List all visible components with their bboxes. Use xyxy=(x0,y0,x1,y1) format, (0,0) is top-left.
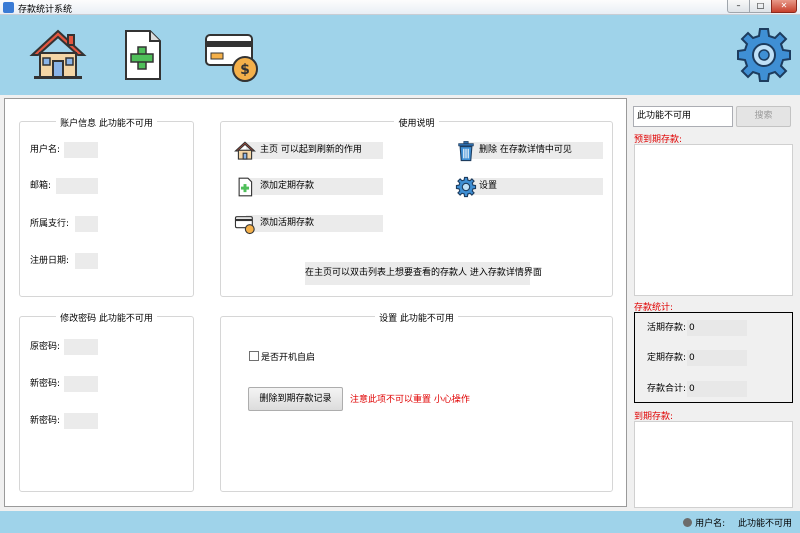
current-deposit-label: 活期存款: xyxy=(647,323,687,333)
register-date-label: 注册日期: xyxy=(30,256,70,266)
status-user-label: 用户名: xyxy=(695,519,726,529)
total-deposit-label: 存款合计: xyxy=(647,384,687,394)
usage-note: 在主页可以双击列表上想要查看的存款人 进入存款详情界面 xyxy=(305,262,542,285)
usage-delete: 删除 在存款详情中可见 xyxy=(458,141,603,162)
branch-label: 所属支行: xyxy=(30,219,70,229)
change-password-group: 修改密码 此功能不可用 原密码: 新密码: 新密码: xyxy=(19,314,194,492)
settings-button[interactable] xyxy=(734,25,794,85)
expiring-list[interactable] xyxy=(634,144,793,296)
stats-box: 活期存款: 0 定期存款: 0 存款合计: 0 xyxy=(634,312,793,403)
home-button[interactable] xyxy=(28,25,88,85)
settings-title: 设置 此功能不可用 xyxy=(375,314,458,324)
fixed-deposit-stat: 定期存款: 0 xyxy=(647,350,747,366)
main-panel: 账户信息 此功能不可用 用户名: 邮箱: 所属支行: 注册日期: 使用说明 主页 xyxy=(4,98,627,507)
usage-add-fixed: 添加定期存款 xyxy=(238,177,383,197)
search-button[interactable]: 搜索 xyxy=(736,106,791,127)
register-date-row: 注册日期: xyxy=(30,253,98,269)
card-dollar-icon xyxy=(234,216,255,235)
username-value xyxy=(64,142,98,158)
usage-delete-text: 删除 在存款详情中可见 xyxy=(479,145,572,155)
warning-text: 注意此项不可以重置 小心操作 xyxy=(350,395,470,405)
usage-title: 使用说明 xyxy=(394,119,439,129)
change-password-title: 修改密码 此功能不可用 xyxy=(56,314,157,324)
usage-add-fixed-text: 添加定期存款 xyxy=(260,181,315,191)
email-value xyxy=(56,178,98,194)
old-password-label: 原密码: xyxy=(30,342,61,352)
search-input[interactable]: 此功能不可用 xyxy=(633,106,733,127)
username-row: 用户名: xyxy=(30,142,98,158)
close-button[interactable]: ✕ xyxy=(771,0,797,13)
confirm-password-row: 新密码: xyxy=(30,413,98,429)
confirm-password-field[interactable] xyxy=(64,413,98,429)
old-password-row: 原密码: xyxy=(30,339,98,355)
total-deposit-value: 0 xyxy=(687,381,747,397)
current-deposit-stat: 活期存款: 0 xyxy=(647,320,747,336)
status-user: 用户名: 此功能不可用 xyxy=(683,516,792,529)
delete-expired-button[interactable]: 删除到期存款记录 xyxy=(248,387,343,411)
autostart-checkbox[interactable] xyxy=(249,351,259,361)
usage-home: 主页 可以起到刷新的作用 xyxy=(234,141,383,160)
total-deposit-stat: 存款合计: 0 xyxy=(647,381,747,397)
app-icon xyxy=(3,2,14,13)
document-plus-icon xyxy=(125,30,161,80)
branch-row: 所属支行: xyxy=(30,216,98,232)
usage-settings-text: 设置 xyxy=(479,181,498,191)
usage-group: 使用说明 主页 可以起到刷新的作用 删除 在存款详情中可见 添加定期存款 设置 … xyxy=(220,119,613,297)
new-password-row: 新密码: xyxy=(30,376,98,392)
autostart-row[interactable]: 是否开机自启 xyxy=(249,350,315,363)
usage-settings: 设置 xyxy=(455,176,603,198)
email-row: 邮箱: xyxy=(30,178,98,194)
usage-home-text: 主页 可以起到刷新的作用 xyxy=(260,145,362,155)
gear-icon xyxy=(455,176,477,198)
register-date-value xyxy=(75,253,98,269)
window-title: 存款统计系统 xyxy=(18,5,73,15)
usage-add-current-text: 添加活期存款 xyxy=(260,218,315,228)
current-deposit-value: 0 xyxy=(687,320,747,336)
confirm-password-label: 新密码: xyxy=(30,416,61,426)
autostart-label: 是否开机自启 xyxy=(261,353,316,363)
gear-icon xyxy=(737,28,791,82)
house-icon xyxy=(29,29,87,79)
svg-text:$: $ xyxy=(240,62,250,78)
document-plus-icon xyxy=(238,177,253,197)
maximize-button[interactable]: □ xyxy=(749,0,772,13)
house-icon xyxy=(234,141,256,160)
add-fixed-deposit-button[interactable] xyxy=(112,25,172,85)
username-label: 用户名: xyxy=(30,145,61,155)
card-dollar-icon: $ xyxy=(205,34,258,82)
old-password-field[interactable] xyxy=(64,339,98,355)
toolbar: $ xyxy=(0,15,800,95)
branch-value xyxy=(75,216,98,232)
minimize-button[interactable]: – xyxy=(727,0,750,13)
new-password-label: 新密码: xyxy=(30,379,61,389)
settings-group: 设置 此功能不可用 是否开机自启 删除到期存款记录 注意此项不可以重置 小心操作 xyxy=(220,314,613,492)
trash-icon xyxy=(458,141,474,162)
status-bar: 用户名: 此功能不可用 xyxy=(0,511,800,533)
usage-add-current: 添加活期存款 xyxy=(234,215,383,235)
expired-list[interactable] xyxy=(634,421,793,508)
user-icon xyxy=(683,518,693,527)
account-info-title: 账户信息 此功能不可用 xyxy=(56,119,157,129)
status-user-value: 此功能不可用 xyxy=(737,519,792,529)
email-label: 邮箱: xyxy=(30,181,52,191)
fixed-deposit-value: 0 xyxy=(687,350,747,366)
account-info-group: 账户信息 此功能不可用 用户名: 邮箱: 所属支行: 注册日期: xyxy=(19,119,194,297)
title-bar: 存款统计系统 – □ ✕ xyxy=(0,0,800,15)
fixed-deposit-label: 定期存款: xyxy=(647,353,687,363)
new-password-field[interactable] xyxy=(64,376,98,392)
add-current-deposit-button[interactable]: $ xyxy=(202,25,262,85)
